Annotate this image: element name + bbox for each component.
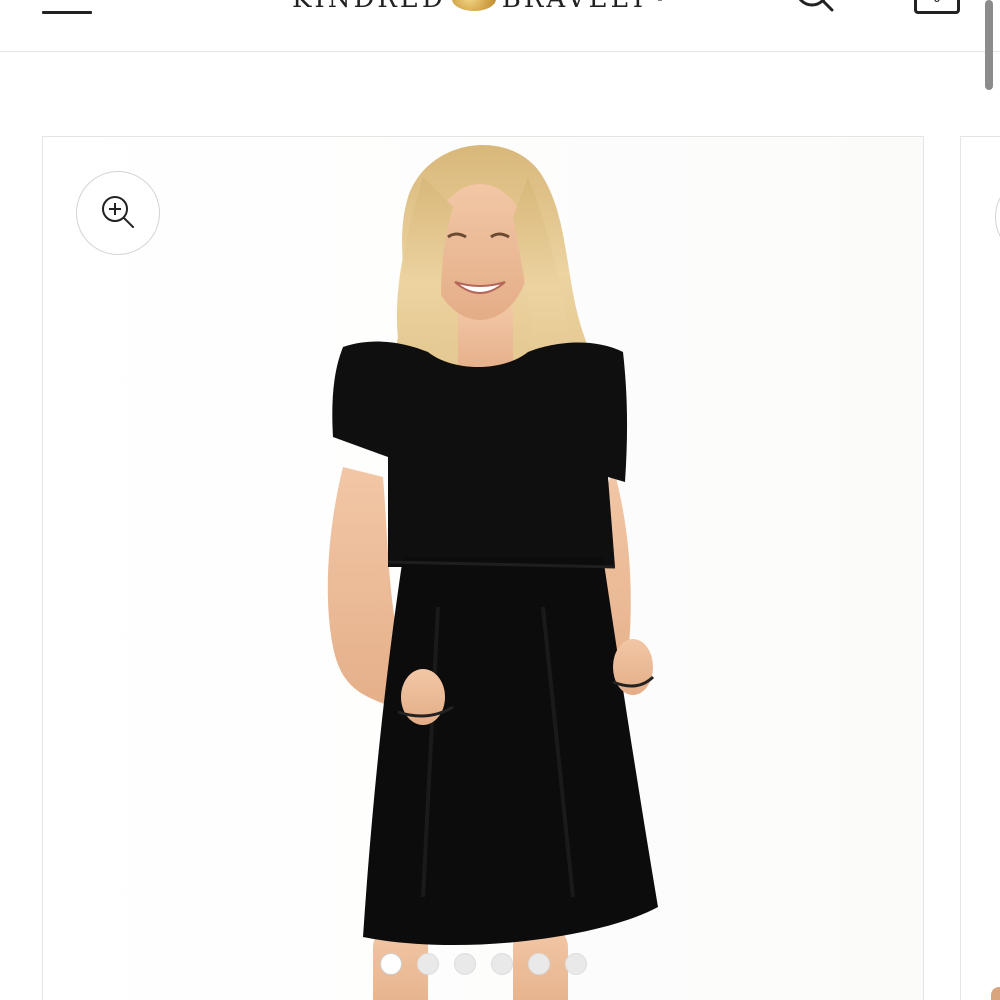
zoom-in-icon xyxy=(995,175,1000,259)
registered-mark: ® xyxy=(655,0,664,4)
carousel-dot-2[interactable] xyxy=(417,953,439,975)
cart-count: 0 xyxy=(917,0,957,5)
brand-logo[interactable]: KINDRED BRAVELY ® xyxy=(292,0,664,14)
carousel-dot-3[interactable] xyxy=(454,953,476,975)
zoom-button[interactable] xyxy=(76,171,160,255)
brand-name-left: KINDRED xyxy=(292,0,446,14)
page-scrollbar[interactable] xyxy=(985,0,993,90)
cart-button[interactable]: 0 xyxy=(914,0,960,14)
carousel-dot-4[interactable] xyxy=(491,953,513,975)
product-photo xyxy=(43,137,923,1000)
brand-name-right: BRAVELY xyxy=(502,0,650,14)
carousel-dot-1[interactable] xyxy=(380,953,402,975)
next-product-image-slide[interactable] xyxy=(960,136,1000,1000)
carousel-dot-5[interactable] xyxy=(528,953,550,975)
hamburger-icon xyxy=(42,11,92,14)
menu-button[interactable] xyxy=(42,0,94,20)
carousel-dot-6[interactable] xyxy=(565,953,587,975)
zoom-in-icon xyxy=(102,196,134,228)
product-image-slide[interactable] xyxy=(42,136,924,1000)
search-button[interactable] xyxy=(790,0,838,14)
next-photo-preview xyxy=(991,987,1000,1000)
carousel-pagination xyxy=(380,953,587,975)
site-header: KINDRED BRAVELY ® 0 xyxy=(0,0,1000,52)
search-icon xyxy=(798,0,834,12)
brand-emblem-icon xyxy=(451,0,496,11)
